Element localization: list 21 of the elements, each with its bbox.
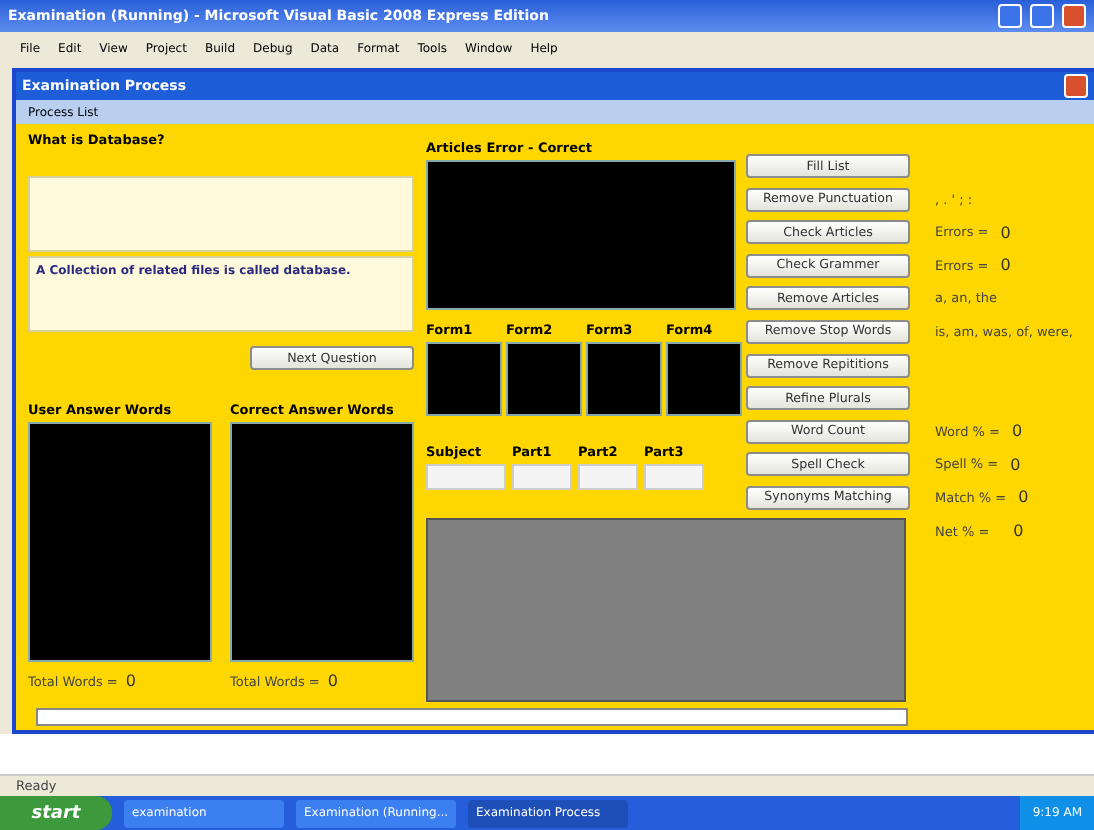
info-value: 0	[1011, 422, 1023, 441]
info-value: 0	[1010, 455, 1021, 474]
total-words-value: 0	[327, 672, 338, 690]
part-field[interactable]	[578, 464, 638, 490]
info-value: 0	[1000, 223, 1011, 242]
part-field[interactable]	[426, 464, 506, 490]
start-button[interactable]: start	[0, 796, 112, 830]
form-list	[586, 342, 662, 416]
info-value: 0	[1000, 256, 1011, 275]
info-value: 0	[1018, 488, 1029, 507]
total-words-value: 0	[125, 672, 136, 690]
net-value: 0	[1013, 522, 1024, 541]
form-list	[506, 342, 582, 416]
close-button[interactable]	[1062, 4, 1086, 28]
minimize-button[interactable]	[998, 4, 1022, 28]
part-field[interactable]	[512, 464, 572, 490]
form-list	[666, 342, 742, 416]
maximize-button[interactable]	[1030, 4, 1054, 28]
part-field[interactable]	[644, 464, 704, 490]
form-list	[426, 342, 502, 416]
close-button[interactable]	[1064, 74, 1088, 98]
